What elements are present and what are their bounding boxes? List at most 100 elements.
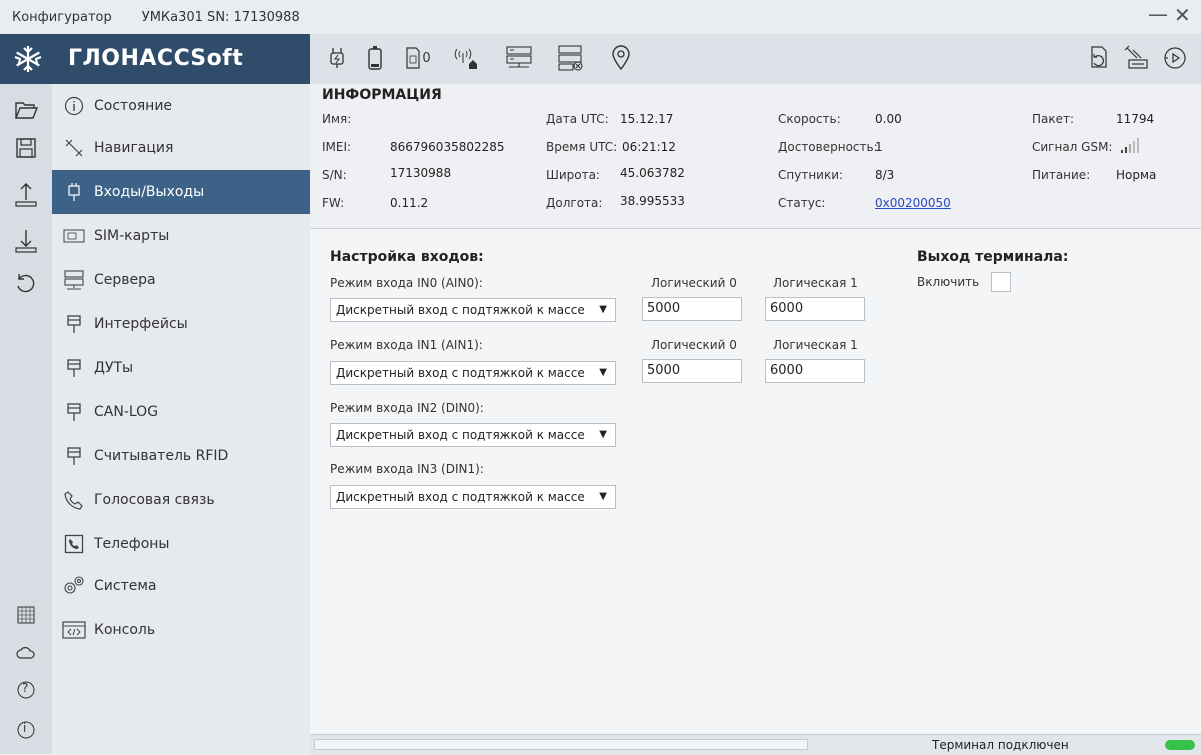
menu-item-label: Навигация bbox=[94, 140, 174, 156]
play-rewind-icon[interactable] bbox=[1160, 43, 1190, 73]
logical1-input-in1[interactable]: 6000 bbox=[765, 359, 865, 383]
sn-value: 17130988 bbox=[390, 166, 452, 180]
menu-item-console[interactable]: Консоль bbox=[52, 608, 310, 652]
device-title: УМКа301 SN: 17130988 bbox=[141, 9, 300, 25]
menu-item-servers[interactable]: Сервера bbox=[52, 258, 310, 302]
console-icon bbox=[62, 618, 86, 642]
info-circle-icon bbox=[62, 94, 86, 118]
location-pin-icon[interactable] bbox=[606, 43, 636, 73]
validity-label: Достоверность: bbox=[778, 140, 878, 154]
help-glyph: ? bbox=[22, 681, 29, 695]
menu-item-io[interactable]: Входы/Выходы bbox=[52, 170, 310, 214]
power-plug-icon[interactable] bbox=[322, 43, 352, 73]
menu-item-label: Считыватель RFID bbox=[94, 448, 229, 464]
logical1-label: Логическая 1 bbox=[773, 338, 858, 352]
menu-item-sim[interactable]: SIM-карты bbox=[52, 214, 310, 258]
menu-item-phones[interactable]: Телефоны bbox=[52, 522, 310, 566]
packet-value: 11794 bbox=[1116, 112, 1155, 126]
window-title: Конфигуратор bbox=[12, 9, 112, 25]
connector-icon bbox=[62, 444, 86, 468]
input-mode-label-in1: Режим входа IN1 (AIN1): bbox=[330, 338, 483, 352]
satellite-dish-icon[interactable] bbox=[1122, 43, 1152, 73]
reset-icon[interactable] bbox=[10, 268, 42, 300]
sim-card-icon bbox=[62, 224, 86, 248]
info-icon[interactable]: i bbox=[10, 714, 42, 746]
speed-label: Скорость: bbox=[778, 112, 841, 126]
sim-zero-icon[interactable]: 0 bbox=[398, 43, 438, 73]
menu-item-status[interactable]: Состояние bbox=[52, 84, 310, 128]
menu-item-label: Система bbox=[94, 578, 157, 594]
menu-item-label: ДУТы bbox=[94, 360, 134, 376]
date-utc-value: 15.12.17 bbox=[620, 112, 674, 126]
packet-label: Пакет: bbox=[1032, 112, 1075, 126]
phone-icon bbox=[62, 488, 86, 512]
menu-item-label: CAN-LOG bbox=[94, 404, 159, 420]
menu-item-label: Сервера bbox=[94, 272, 156, 288]
input-mode-label-in3: Режим входа IN3 (DIN1): bbox=[330, 462, 484, 476]
info-heading: ИНФОРМАЦИЯ bbox=[322, 87, 442, 103]
enable-output-label: Включить bbox=[917, 275, 980, 289]
brand-name: ГЛОНАССSoft bbox=[68, 46, 244, 71]
menu-item-fuel-sensors[interactable]: ДУТы bbox=[52, 346, 310, 390]
grid-icon[interactable] bbox=[10, 599, 42, 631]
menu-item-interfaces[interactable]: Интерфейсы bbox=[52, 302, 310, 346]
menu-item-can-log[interactable]: CAN-LOG bbox=[52, 390, 310, 434]
home-signal-icon[interactable] bbox=[452, 43, 482, 73]
menu-item-label: Интерфейсы bbox=[94, 316, 188, 332]
satellites-value: 8/3 bbox=[875, 168, 895, 182]
fw-value: 0.11.2 bbox=[390, 196, 429, 210]
cloud-icon[interactable] bbox=[10, 637, 42, 669]
satellites-label: Спутники: bbox=[778, 168, 844, 182]
close-button[interactable]: ✕ bbox=[1174, 5, 1191, 25]
input-mode-select-in0[interactable]: Дискретный вход с подтяжкой к массе ▼ bbox=[330, 298, 616, 322]
file-refresh-icon[interactable] bbox=[1084, 43, 1114, 73]
title-bar: Конфигуратор УМКа301 SN: 17130988 — ✕ bbox=[0, 0, 1201, 34]
logical0-label: Логический 0 bbox=[651, 276, 737, 290]
status-link[interactable]: 0x00200050 bbox=[875, 196, 951, 210]
io-plug-icon bbox=[62, 180, 86, 204]
folder-open-icon[interactable] bbox=[10, 94, 42, 126]
connector-icon bbox=[62, 312, 86, 336]
server-add-icon[interactable] bbox=[504, 43, 534, 73]
validity-value: 1 bbox=[875, 140, 883, 154]
fw-label: FW: bbox=[322, 196, 345, 210]
input-mode-label-in0: Режим входа IN0 (AIN0): bbox=[330, 276, 483, 290]
menu-item-system[interactable]: Система bbox=[52, 564, 310, 608]
menu-item-rfid[interactable]: Считыватель RFID bbox=[52, 434, 310, 478]
battery-icon[interactable] bbox=[360, 43, 390, 73]
gears-icon bbox=[62, 574, 86, 598]
menu-item-label: Состояние bbox=[94, 98, 173, 114]
server-icon bbox=[62, 268, 86, 292]
connection-indicator bbox=[1165, 740, 1195, 750]
logical0-label: Логический 0 bbox=[651, 338, 737, 352]
logical1-input-in0[interactable]: 6000 bbox=[765, 297, 865, 321]
chevron-down-icon: ▼ bbox=[599, 367, 607, 378]
minimize-button[interactable]: — bbox=[1148, 4, 1168, 24]
horizontal-scrollbar[interactable] bbox=[314, 739, 808, 750]
menu-item-navigation[interactable]: Навигация bbox=[52, 126, 310, 170]
menu-item-label: Консоль bbox=[94, 622, 156, 638]
imei-value: 866796035802285 bbox=[390, 140, 505, 154]
help-icon[interactable]: ? bbox=[10, 674, 42, 706]
logical1-label: Логическая 1 bbox=[773, 276, 858, 290]
logical0-input-in0[interactable]: 5000 bbox=[642, 297, 742, 321]
name-label: Имя: bbox=[322, 112, 352, 126]
info-panel: ИНФОРМАЦИЯ Имя: IMEI: 866796035802285 S/… bbox=[310, 84, 1201, 229]
input-mode-select-in1[interactable]: Дискретный вход с подтяжкой к массе ▼ bbox=[330, 361, 616, 385]
download-icon[interactable] bbox=[10, 224, 42, 256]
input-mode-select-in2[interactable]: Дискретный вход с подтяжкой к массе ▼ bbox=[330, 423, 616, 447]
save-icon[interactable] bbox=[10, 132, 42, 164]
upload-icon[interactable] bbox=[10, 178, 42, 210]
input-mode-select-in3[interactable]: Дискретный вход с подтяжкой к массе ▼ bbox=[330, 485, 616, 509]
connector-icon bbox=[62, 356, 86, 380]
logical0-input-in1[interactable]: 5000 bbox=[642, 359, 742, 383]
left-rail: ? i bbox=[0, 34, 52, 754]
menu-item-label: Голосовая связь bbox=[94, 492, 215, 508]
menu-item-voice[interactable]: Голосовая связь bbox=[52, 478, 310, 522]
brand-bar: ГЛОНАССSoft bbox=[0, 34, 310, 84]
time-utc-label: Время UTC: bbox=[546, 140, 618, 154]
select-value: Дискретный вход с подтяжкой к массе bbox=[336, 303, 585, 317]
inputs-section-title: Настройка входов: bbox=[330, 249, 484, 265]
enable-output-checkbox[interactable] bbox=[991, 272, 1011, 292]
server-remove-icon[interactable] bbox=[556, 43, 586, 73]
